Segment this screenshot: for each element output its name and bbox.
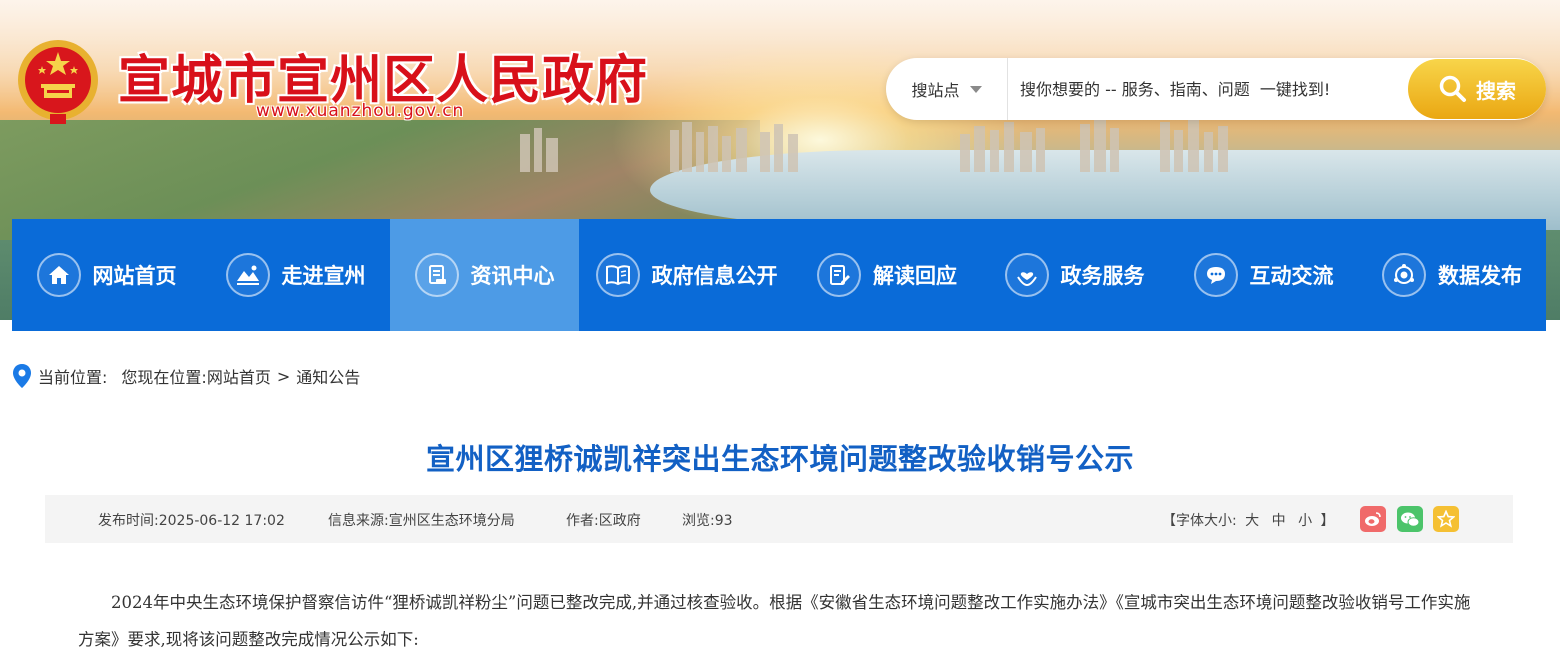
wechat-icon (1401, 512, 1420, 527)
news-icon (414, 253, 459, 297)
nav-item-interaction[interactable]: 互动交流 (1169, 219, 1358, 331)
font-size-large[interactable]: 大 (1245, 513, 1259, 529)
favorite-icon (1437, 510, 1455, 528)
book-icon (595, 253, 640, 297)
chevron-down-icon (969, 85, 982, 93)
search-button[interactable]: 搜索 (1408, 59, 1546, 119)
nav-item-label: 数据发布 (1438, 264, 1522, 288)
font-size-small[interactable]: 小 (1298, 513, 1312, 529)
nav-item-news[interactable]: 资讯中心 (390, 219, 579, 331)
share-wechat-button[interactable] (1397, 506, 1423, 532)
publish-time: 发布时间:2025-06-12 17:02 (98, 513, 285, 529)
font-size-medium[interactable]: 中 (1272, 513, 1286, 529)
nav-item-label: 走进宣州 (281, 264, 366, 288)
banner-skyline (520, 116, 1228, 172)
font-size-bracket: 】 (1320, 513, 1335, 529)
search-button-label: 搜索 (1476, 80, 1516, 103)
weibo-icon (1365, 512, 1381, 526)
nav-item-label: 政务服务 (1060, 264, 1145, 288)
search-input[interactable] (1020, 72, 1400, 106)
nav-item-about[interactable]: 走进宣州 (201, 219, 390, 331)
breadcrumb: 当前位置: 您现在位置: 网站首页 > 通知公告 (12, 363, 360, 389)
share-weibo-button[interactable] (1360, 506, 1386, 532)
main-nav: 网站首页 走进宣州 资讯中心 政府信息公开 解读回应 政务服务 互动交流 数据发… (12, 219, 1546, 331)
nav-item-data[interactable]: 数据发布 (1358, 219, 1546, 331)
nav-item-label: 政府信息公开 (651, 264, 778, 288)
view-count: 浏览:93 (682, 513, 733, 529)
search-scope-label: 搜站点 (911, 81, 960, 100)
breadcrumb-separator: > (276, 366, 291, 386)
search-icon (1439, 75, 1466, 102)
author: 作者:区政府 (566, 513, 641, 529)
government-emblem-logo (18, 40, 98, 124)
article-meta-bar: 发布时间:2025-06-12 17:02 信息来源:宣州区生态环境分局 作者:… (45, 495, 1513, 543)
data-icon (1382, 253, 1426, 297)
nav-item-label: 网站首页 (92, 264, 177, 288)
document-edit-icon (817, 253, 861, 297)
article-body-paragraph: 2024年中央生态环境保护督察信访件“狸桥诚凯祥粉尘”问题已整改完成,并通过核查… (78, 593, 1471, 649)
nav-item-label: 解读回应 (873, 264, 957, 288)
home-icon (36, 253, 81, 297)
location-pin-icon (13, 364, 31, 388)
info-source: 信息来源:宣州区生态环境分局 (328, 513, 515, 529)
nav-item-services[interactable]: 政务服务 (980, 219, 1169, 331)
font-size-label: 【字体大小: (1162, 513, 1237, 529)
site-url[interactable]: www.xuanzhou.gov.cn (256, 101, 464, 121)
search-scope-dropdown[interactable]: 搜站点 (886, 58, 1008, 120)
landscape-icon (225, 253, 270, 297)
breadcrumb-home-link[interactable]: 网站首页 (207, 364, 271, 388)
chat-icon (1193, 253, 1238, 297)
nav-item-interpretation[interactable]: 解读回应 (794, 219, 980, 331)
font-size-control: 【字体大小: 大 中 小 】 (1162, 510, 1335, 530)
article-title: 宣州区狸桥诚凯祥突出生态环境问题整改验收销号公示 (425, 442, 1134, 476)
breadcrumb-label: 当前位置: (38, 368, 108, 387)
nav-item-label: 互动交流 (1249, 264, 1334, 288)
nav-item-gov-info[interactable]: 政府信息公开 (579, 219, 794, 331)
nav-item-label: 资讯中心 (470, 264, 555, 288)
breadcrumb-current-link[interactable]: 通知公告 (296, 364, 360, 388)
breadcrumb-prefix: 您现在位置: (121, 368, 207, 387)
search-bar: 搜站点 搜索 (886, 58, 1546, 120)
nav-item-home[interactable]: 网站首页 (12, 219, 201, 331)
add-favorite-button[interactable] (1433, 506, 1459, 532)
service-hands-icon (1004, 253, 1049, 297)
